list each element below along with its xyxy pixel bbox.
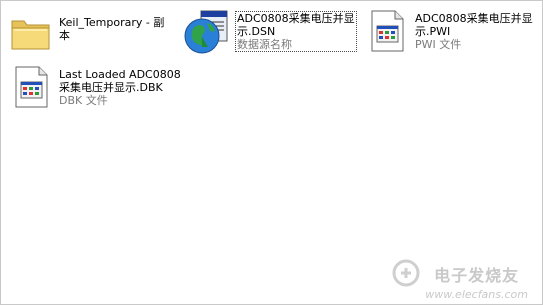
file-type-label: PWI 文件 — [415, 38, 462, 51]
file-item-pwi[interactable]: ADC0808采集电压并显 示.PWI PWI 文件 — [363, 7, 541, 53]
file-name-line1: ADC0808采集电压并显 — [415, 12, 533, 25]
file-item-keil-temporary[interactable]: Keil_Temporary - 副 本 — [7, 7, 177, 53]
file-item-dsn[interactable]: ADC0808采集电压并显 示.DSN 数据源名称 — [183, 7, 358, 54]
file-name-line2: 采集电压并显示.DBK — [59, 81, 163, 94]
watermark: 电子发烧友 www.elecfans.com — [392, 259, 528, 301]
document-icon — [15, 66, 48, 108]
file-name-line2: 本 — [59, 29, 70, 42]
elecfans-logo-icon — [392, 259, 420, 287]
file-browser-window: Keil_Temporary - 副 本 ADC0808采集电压并显 示.DSN… — [0, 0, 543, 305]
file-name-line2: 示.DSN — [237, 25, 276, 38]
watermark-title: 电子发烧友 — [434, 266, 520, 285]
file-type-label: DBK 文件 — [59, 94, 108, 107]
file-name-line2: 示.PWI — [415, 25, 451, 38]
file-name-line1: ADC0808采集电压并显 — [237, 12, 355, 25]
document-icon — [371, 10, 404, 52]
folder-icon — [11, 20, 50, 50]
file-item-dbk[interactable]: Last Loaded ADC0808 采集电压并显示.DBK DBK 文件 — [7, 63, 187, 109]
file-name-line1: Last Loaded ADC0808 — [59, 68, 181, 81]
odbc-dsn-icon — [184, 10, 228, 54]
file-type-label: 数据源名称 — [237, 38, 292, 51]
watermark-url: www.elecfans.com — [425, 288, 528, 301]
file-name-line1: Keil_Temporary - 副 — [59, 16, 165, 29]
